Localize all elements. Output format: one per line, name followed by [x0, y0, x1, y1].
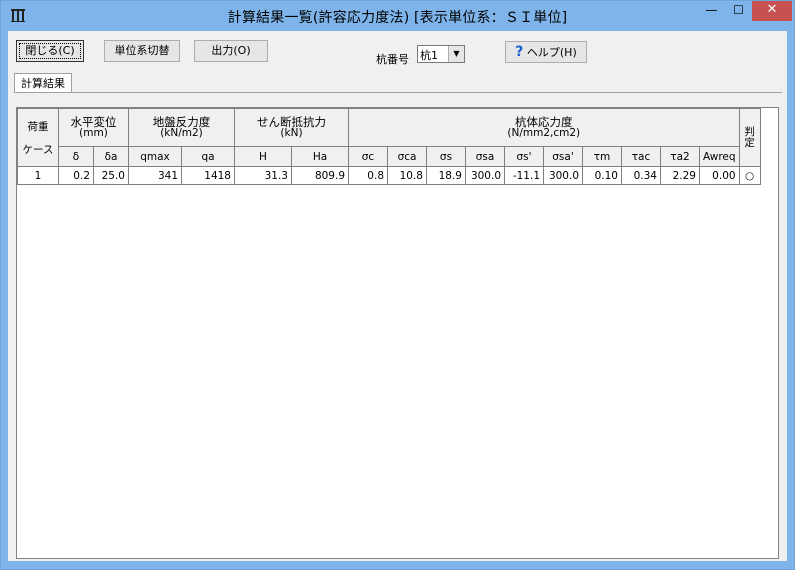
header-load-case: 荷重 ケース [17, 108, 59, 167]
col-sigma-c: σc [348, 146, 388, 167]
output-button[interactable]: 出力(O) [194, 40, 268, 62]
cell-sigma-ca[interactable]: 10.8 [387, 166, 427, 185]
window-title: 計算結果一覧(許容応力度法) [表示単位系：ＳＩ単位] [227, 10, 568, 26]
col-delta: δ [58, 146, 94, 167]
col-awreq: Awreq [699, 146, 740, 167]
col-sigma-sa: σsa [465, 146, 505, 167]
cell-delta[interactable]: 0.2 [58, 166, 94, 185]
client-area: 閉じる(C) 単位系切替 出力(O) 杭番号 杭1 ▼ ? ヘルプ(H) 計算結… [8, 31, 787, 561]
title-bar[interactable]: 計算結果一覧(許容応力度法) [表示単位系：ＳＩ単位] — ☐ ✕ [1, 1, 794, 31]
pile-number-label: 杭番号 [376, 53, 409, 66]
cell-sigma-sa[interactable]: 300.0 [465, 166, 505, 185]
cell-tau-m[interactable]: 0.10 [582, 166, 622, 185]
cell-qa[interactable]: 1418 [181, 166, 235, 185]
pile-number-select[interactable]: 杭1 ▼ [417, 45, 465, 63]
col-sigma-sa-prime: σsa' [543, 146, 583, 167]
close-window-button[interactable]: ✕ [752, 1, 792, 21]
table-row[interactable]: 1 0.2 25.0 341 1418 31.3 809.9 0.8 10.8 … [17, 166, 761, 185]
header-pile-stress: 杭体応力度 (N/mm2,cm2) [348, 108, 740, 147]
maximize-button[interactable]: ☐ [725, 1, 752, 21]
col-sigma-s: σs [426, 146, 466, 167]
col-sigma-ca: σca [387, 146, 427, 167]
help-label: ヘルプ(H) [526, 46, 577, 59]
col-qmax: qmax [128, 146, 182, 167]
results-grid[interactable]: 荷重 ケース 水平変位 (mm) 地盤反力度 (kN/m2) せん断抵抗力 (kN) 杭… [16, 107, 779, 559]
chevron-down-icon[interactable]: ▼ [448, 46, 464, 62]
header-judgement: 判定 [738, 108, 761, 167]
cell-sigma-s[interactable]: 18.9 [426, 166, 466, 185]
units-toggle-button[interactable]: 単位系切替 [104, 40, 180, 62]
col-tau-ac: τac [621, 146, 661, 167]
help-button[interactable]: ? ヘルプ(H) [505, 41, 587, 63]
cell-delta-a[interactable]: 25.0 [93, 166, 129, 185]
cell-load-case[interactable]: 1 [17, 166, 59, 185]
header-ground-reaction: 地盤反力度 (kN/m2) [128, 108, 235, 147]
results-table: 荷重 ケース 水平変位 (mm) 地盤反力度 (kN/m2) せん断抵抗力 (kN) 杭… [17, 108, 761, 185]
cell-awreq[interactable]: 0.00 [699, 166, 740, 185]
col-tau-m: τm [582, 146, 622, 167]
results-window: 計算結果一覧(許容応力度法) [表示単位系：ＳＩ単位] — ☐ ✕ 閉じる(C)… [0, 0, 795, 570]
col-sigma-s-prime: σs' [504, 146, 544, 167]
cell-tau-a2[interactable]: 2.29 [660, 166, 700, 185]
header-displacement: 水平変位 (mm) [58, 108, 129, 147]
close-button[interactable]: 閉じる(C) [16, 40, 84, 62]
col-tau-a2: τa2 [660, 146, 700, 167]
header-shear: せん断抵抗力 (kN) [234, 108, 349, 147]
cell-h[interactable]: 31.3 [234, 166, 292, 185]
col-ha: Ha [291, 146, 349, 167]
cell-sigma-s-prime[interactable]: -11.1 [504, 166, 544, 185]
col-delta-a: δa [93, 146, 129, 167]
cell-judgement[interactable]: ○ [738, 166, 761, 185]
pile-number-value: 杭1 [420, 49, 438, 62]
cell-ha[interactable]: 809.9 [291, 166, 349, 185]
cell-sigma-sa-prime[interactable]: 300.0 [543, 166, 583, 185]
tab-panel: 荷重 ケース 水平変位 (mm) 地盤反力度 (kN/m2) せん断抵抗力 (kN) 杭… [14, 92, 782, 560]
cell-sigma-c[interactable]: 0.8 [348, 166, 388, 185]
col-qa: qa [181, 146, 235, 167]
cell-qmax[interactable]: 341 [128, 166, 182, 185]
tab-results[interactable]: 計算結果 [14, 73, 72, 94]
minimize-button[interactable]: — [698, 1, 725, 21]
col-h: H [234, 146, 292, 167]
help-icon: ? [515, 44, 524, 60]
cell-tau-ac[interactable]: 0.34 [621, 166, 661, 185]
